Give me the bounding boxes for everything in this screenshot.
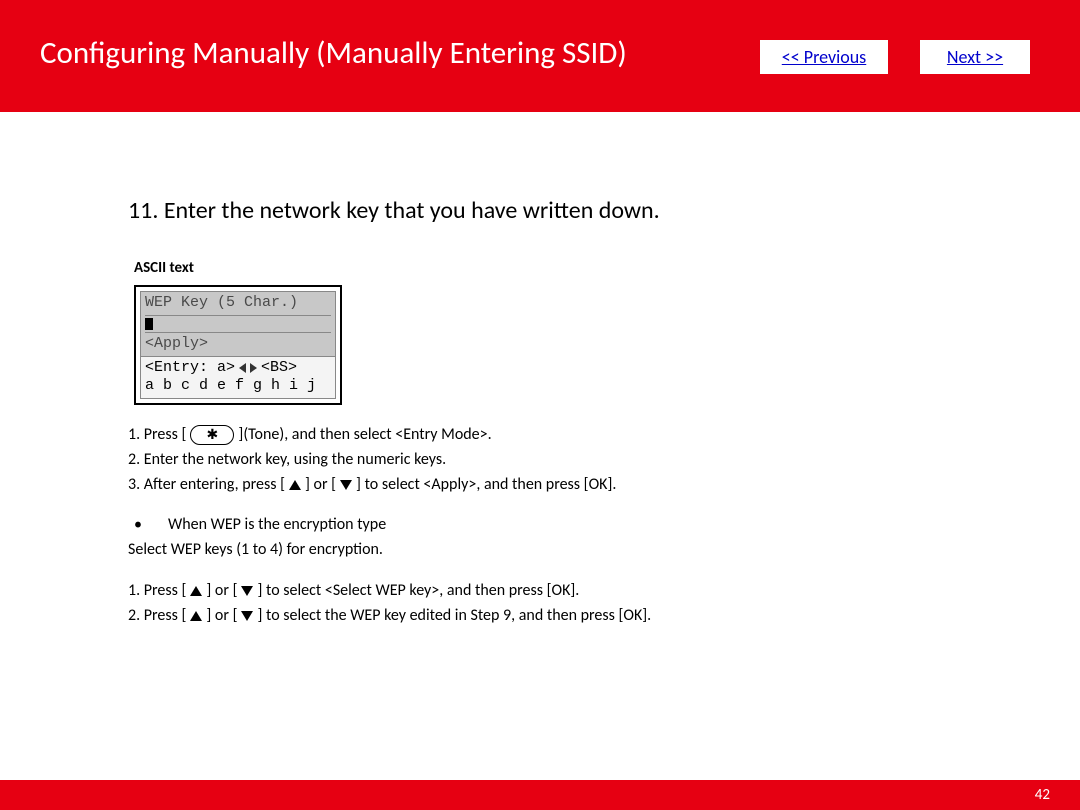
- wep-title-row: • When WEP is the encryption type: [128, 513, 948, 538]
- step-heading: 11. Enter the network key that you have …: [128, 196, 948, 225]
- wep-sub: Select WEP keys (1 to 4) for encryption.: [128, 538, 948, 563]
- instr-3a: 3. After entering, press [: [128, 473, 285, 498]
- up-arrow-icon: [289, 480, 301, 490]
- next-button[interactable]: Next >>: [920, 40, 1030, 74]
- w2c: ] to select the WEP key edited in Step 9…: [257, 604, 651, 629]
- left-arrow-icon: [239, 363, 246, 373]
- page-title: Configuring Manually (Manually Entering …: [40, 34, 627, 72]
- lcd-screenshot: WEP Key (5 Char.) <Apply> <Entry: a> <BS…: [134, 285, 342, 405]
- lcd-bs: <BS>: [261, 359, 297, 378]
- ascii-label: ASCII text: [134, 259, 948, 277]
- w1b: ] or [: [206, 579, 237, 604]
- instr-1a: 1. Press [: [128, 423, 186, 448]
- wep-title: When WEP is the encryption type: [168, 513, 386, 538]
- lcd-apply: <Apply>: [145, 335, 331, 354]
- content-area: 11. Enter the network key that you have …: [128, 196, 948, 629]
- up-arrow-icon: [190, 611, 202, 621]
- cursor-icon: [145, 318, 153, 330]
- bullet-icon: •: [128, 513, 148, 538]
- lcd-line-1: WEP Key (5 Char.): [145, 294, 331, 313]
- lcd-entry-row: <Entry: a> <BS>: [145, 359, 331, 378]
- page-number: 42: [1035, 786, 1050, 804]
- instr-3b: ] or [: [305, 473, 336, 498]
- lcd-chars: a b c d e f g h i j: [145, 377, 331, 396]
- wep-instr-2: 2. Press [ ] or [ ] to select the WEP ke…: [128, 604, 948, 629]
- right-arrow-icon: [250, 363, 257, 373]
- w2a: 2. Press [: [128, 604, 186, 629]
- lcd-cursor-row: [145, 318, 331, 330]
- down-arrow-icon: [340, 480, 352, 490]
- lcd-entry: <Entry: a>: [145, 359, 235, 378]
- down-arrow-icon: [241, 586, 253, 596]
- instr-2: 2. Enter the network key, using the nume…: [128, 448, 948, 473]
- next-link[interactable]: Next >>: [947, 46, 1003, 68]
- w1a: 1. Press [: [128, 579, 186, 604]
- w2b: ] or [: [206, 604, 237, 629]
- header-bar: Configuring Manually (Manually Entering …: [0, 0, 1080, 112]
- w1c: ] to select <Select WEP key>, and then p…: [257, 579, 579, 604]
- down-arrow-icon: [241, 611, 253, 621]
- wep-instr-1: 1. Press [ ] or [ ] to select <Select WE…: [128, 579, 948, 604]
- footer-bar: 42: [0, 780, 1080, 810]
- instr-1: 1. Press [ ✱ ](Tone), and then select <E…: [128, 423, 948, 448]
- previous-link[interactable]: << Previous: [782, 46, 866, 68]
- instr-3: 3. After entering, press [ ] or [ ] to s…: [128, 473, 948, 498]
- up-arrow-icon: [190, 586, 202, 596]
- tone-button-icon: ✱: [190, 425, 234, 445]
- instr-1b: ](Tone), and then select <Entry Mode>.: [238, 423, 491, 448]
- instr-3c: ] to select <Apply>, and then press [OK]…: [356, 473, 616, 498]
- instructions: 1. Press [ ✱ ](Tone), and then select <E…: [128, 423, 948, 629]
- previous-button[interactable]: << Previous: [760, 40, 888, 74]
